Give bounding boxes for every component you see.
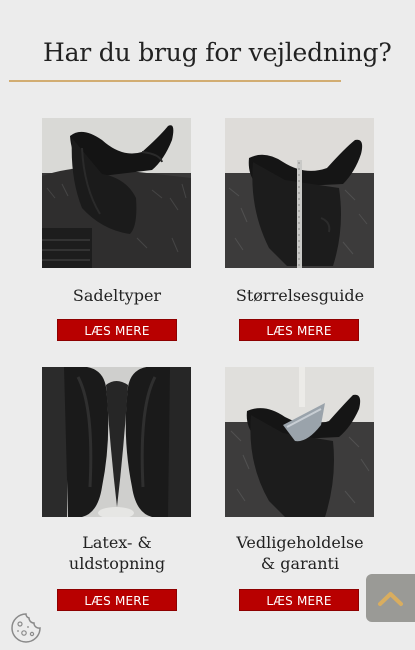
saddle-underside-photo[interactable] bbox=[42, 367, 191, 517]
saddle-photo[interactable] bbox=[42, 118, 191, 268]
cookie-settings-button[interactable] bbox=[10, 612, 42, 644]
chevron-up-icon bbox=[378, 592, 403, 606]
card-title: Sadeltyper bbox=[72, 286, 162, 305]
saddle-measure-photo[interactable] bbox=[225, 118, 374, 268]
card-vedligeholdelse-garanti: Vedligeholdelse & garanti LÆS MERE bbox=[225, 367, 375, 611]
card-sadeltyper: Sadeltyper LÆS MERE bbox=[42, 118, 192, 341]
page: Har du brug for vejledning? Sadeltyper L… bbox=[0, 0, 415, 650]
card-title-line2: uldstopning bbox=[68, 554, 166, 573]
saddle-care-photo[interactable] bbox=[225, 367, 374, 517]
card-stoerrelsesguide: Størrelsesguide LÆS MERE bbox=[225, 118, 375, 341]
card-title-line1: Vedligeholdelse bbox=[236, 533, 364, 552]
section-heading: Har du brug for vejledning? bbox=[43, 38, 392, 67]
read-more-button[interactable]: LÆS MERE bbox=[57, 319, 177, 341]
card-title-line1: Latex- & bbox=[82, 533, 152, 552]
read-more-button[interactable]: LÆS MERE bbox=[239, 319, 359, 341]
scroll-to-top-button[interactable] bbox=[366, 574, 415, 622]
read-more-button[interactable]: LÆS MERE bbox=[57, 589, 177, 611]
card-title: Størrelsesguide bbox=[235, 286, 365, 305]
read-more-button[interactable]: LÆS MERE bbox=[239, 589, 359, 611]
card-latex-uldstopning: Latex- & uldstopning LÆS MERE bbox=[42, 367, 192, 611]
heading-divider bbox=[9, 80, 341, 82]
cookie-icon bbox=[11, 613, 41, 643]
card-title-line2: & garanti bbox=[260, 554, 340, 573]
